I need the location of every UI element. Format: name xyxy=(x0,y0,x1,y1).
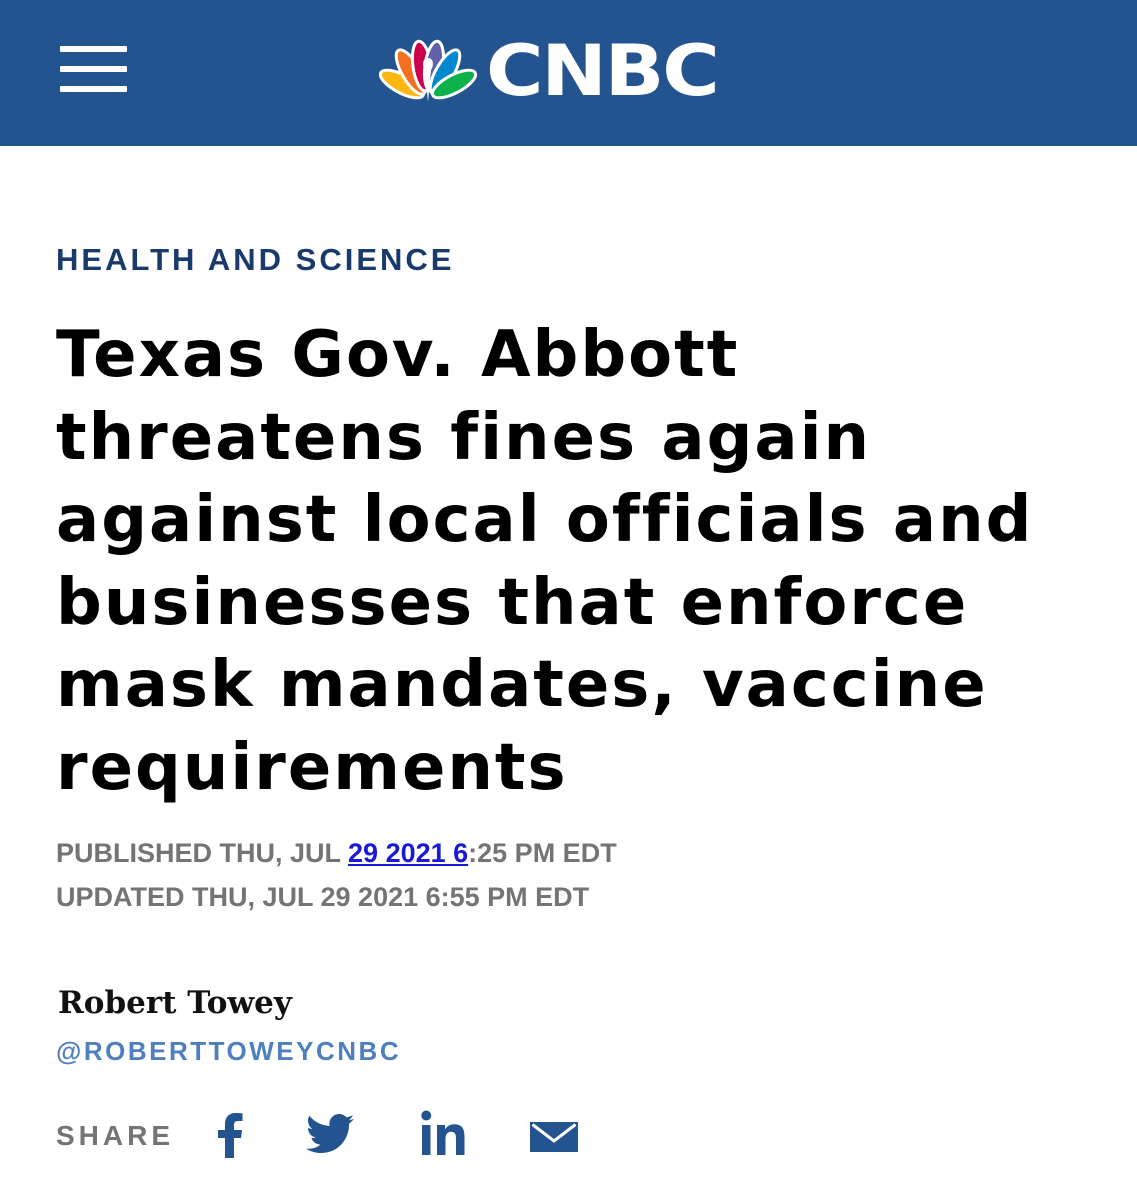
date-detected-link[interactable]: 29 2021 6 xyxy=(348,838,468,868)
article-headline: Texas Gov. Abbott threatens fines again … xyxy=(56,318,1034,805)
top-navigation-bar: CNBC xyxy=(0,0,1137,146)
linkedin-icon[interactable] xyxy=(420,1110,466,1156)
published-suffix: :25 PM EDT xyxy=(468,838,617,868)
nbc-peacock-icon xyxy=(378,39,478,102)
category-link[interactable]: HEALTH AND SCIENCE xyxy=(56,240,454,280)
updated-timestamp: UPDATED THU, JUL 29 2021 6:55 PM EDT xyxy=(56,882,590,912)
published-timestamp: PUBLISHED THU, JUL 29 2021 6:25 PM EDT xyxy=(56,836,617,870)
author-twitter-handle[interactable]: @ROBERTTOWEYCNBC xyxy=(56,1034,401,1068)
facebook-icon[interactable] xyxy=(216,1112,244,1158)
cnbc-logo[interactable]: CNBC xyxy=(378,36,758,106)
menu-bar-line xyxy=(60,46,127,52)
hamburger-menu-icon[interactable] xyxy=(60,46,128,94)
author-name[interactable]: Robert Towey xyxy=(58,982,292,1024)
twitter-icon[interactable] xyxy=(306,1114,354,1154)
logo-wordmark: CNBC xyxy=(486,30,720,112)
published-prefix: PUBLISHED THU, JUL xyxy=(56,838,349,868)
share-label: SHARE xyxy=(56,1120,175,1151)
menu-bar-line xyxy=(60,86,127,92)
menu-bar-line xyxy=(60,66,127,72)
email-icon[interactable] xyxy=(530,1122,578,1152)
